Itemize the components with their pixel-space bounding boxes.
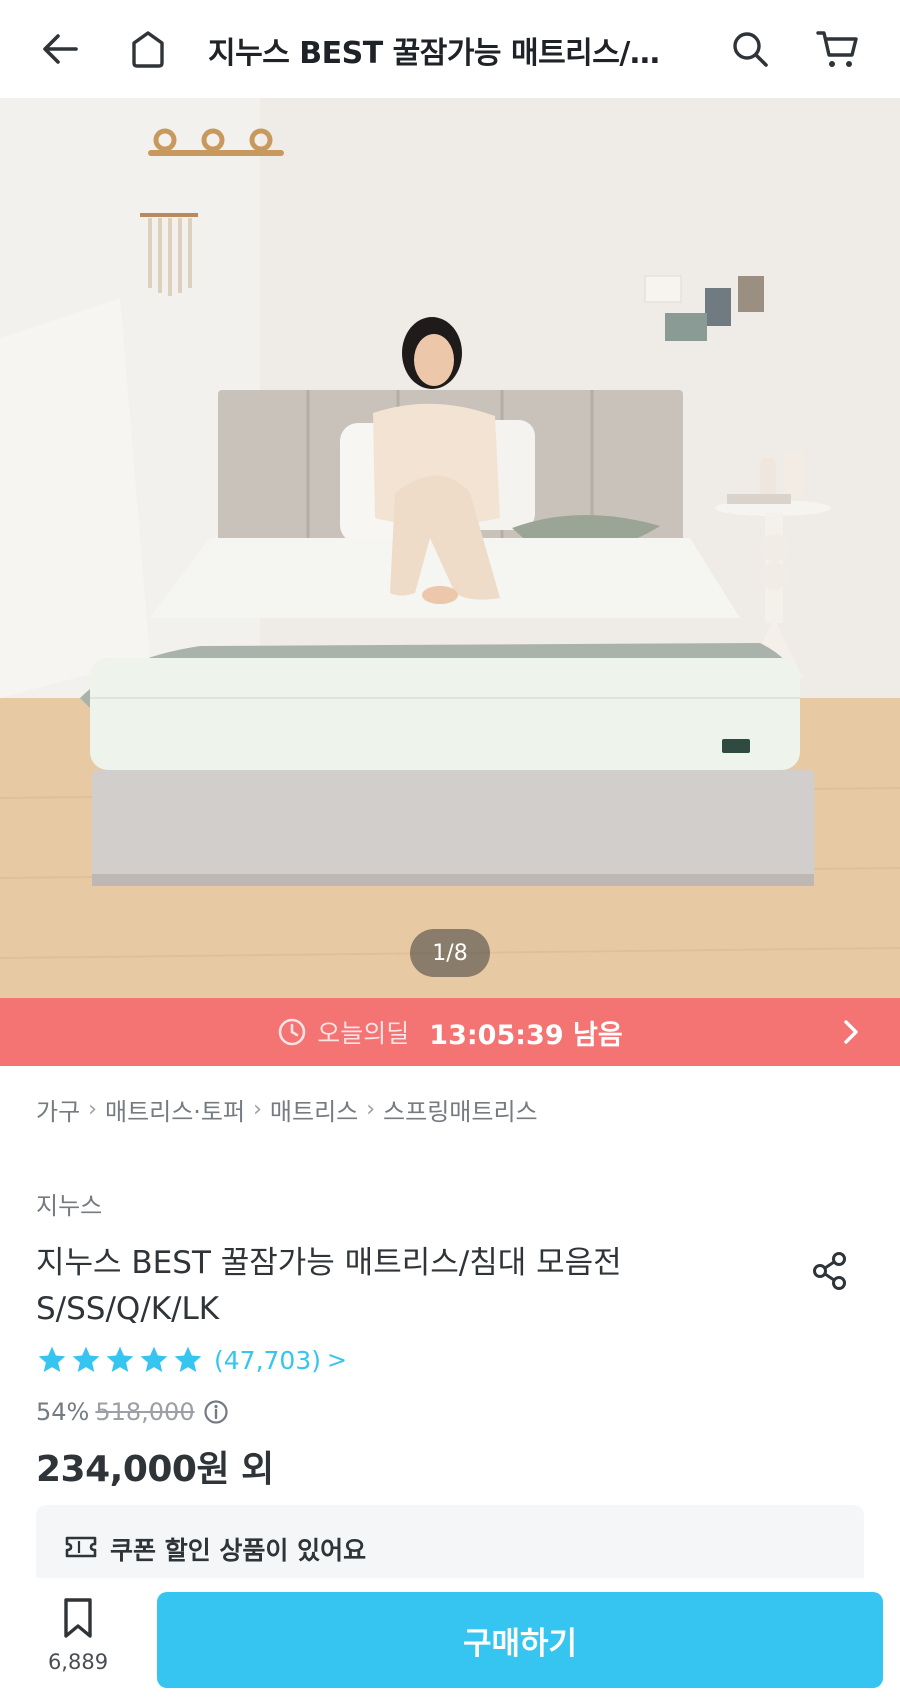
search-button[interactable]: [720, 19, 780, 79]
info-icon[interactable]: [203, 1399, 229, 1425]
review-count[interactable]: (47,703): [214, 1346, 321, 1375]
discount-rate: 54%: [36, 1398, 90, 1426]
star-icon: [174, 1346, 202, 1372]
breadcrumb: 가구 › 매트리스·토퍼 › 매트리스 › 스프링매트리스: [36, 1092, 538, 1127]
original-price: 518,000: [95, 1398, 195, 1426]
breadcrumb-item[interactable]: 매트리스·토퍼: [105, 1092, 245, 1127]
coupon-icon: [64, 1533, 98, 1565]
chevron-right-icon: ›: [88, 1097, 97, 1122]
back-button[interactable]: [30, 19, 90, 79]
bookmark-icon: [64, 1598, 92, 1638]
buy-button[interactable]: 구매하기: [157, 1592, 883, 1688]
clock-icon: [277, 1017, 307, 1047]
home-button[interactable]: [118, 19, 178, 79]
image-pager: 1/8: [410, 929, 490, 977]
product-photo: [0, 98, 900, 998]
arrow-left-icon: [43, 34, 78, 64]
bottom-action-bar: 6,889 구매하기: [0, 1578, 900, 1703]
breadcrumb-item[interactable]: 매트리스: [270, 1092, 358, 1127]
chevron-right-icon: ›: [253, 1097, 262, 1122]
chevron-right-icon: >: [326, 1346, 348, 1374]
sale-price: 234,000원 외: [36, 1449, 274, 1490]
product-image-carousel[interactable]: 1/8: [0, 98, 900, 998]
bookmark-button[interactable]: 6,889: [30, 1596, 126, 1674]
product-title: 지누스 BEST 꿀잠가능 매트리스/침대 모음전 S/SS/Q/K/LK: [36, 1245, 622, 1327]
star-icon: [106, 1346, 134, 1372]
cart-icon: [816, 31, 858, 67]
bookmark-count: 6,889: [47, 1650, 109, 1674]
cart-button[interactable]: [808, 19, 868, 79]
breadcrumb-item[interactable]: 가구: [36, 1092, 80, 1127]
chevron-right-icon: ›: [366, 1097, 376, 1122]
brand-name[interactable]: 지누스: [36, 1186, 102, 1221]
share-icon: [813, 1252, 846, 1290]
share-button[interactable]: [805, 1246, 855, 1296]
home-icon: [132, 31, 164, 68]
header-title: 지누스 BEST 꿀잠가능 매트리스/침대 모음전 S/SS/Q/K/LK: [208, 36, 678, 71]
deal-label: 오늘의딜: [317, 1019, 410, 1048]
rating-row[interactable]: (47,703) >: [36, 1344, 347, 1376]
chevron-right-icon: [838, 1018, 864, 1050]
discount-row: 54% 518,000: [36, 1398, 229, 1426]
search-icon: [733, 32, 768, 67]
breadcrumb-item[interactable]: 스프링매트리스: [383, 1092, 538, 1127]
deal-countdown: 13:05:39 남음: [429, 1019, 623, 1051]
star-icon: [72, 1346, 100, 1372]
coupon-text: 쿠폰 할인 상품이 있어요: [110, 1536, 367, 1565]
star-icon: [38, 1346, 66, 1372]
star-rating: [36, 1344, 204, 1376]
todays-deal-banner[interactable]: 오늘의딜 13:05:39 남음: [0, 998, 900, 1066]
top-navigation-bar: 지누스 BEST 꿀잠가능 매트리스/침대 모음전 S/SS/Q/K/LK: [0, 0, 900, 98]
star-icon: [140, 1346, 168, 1372]
